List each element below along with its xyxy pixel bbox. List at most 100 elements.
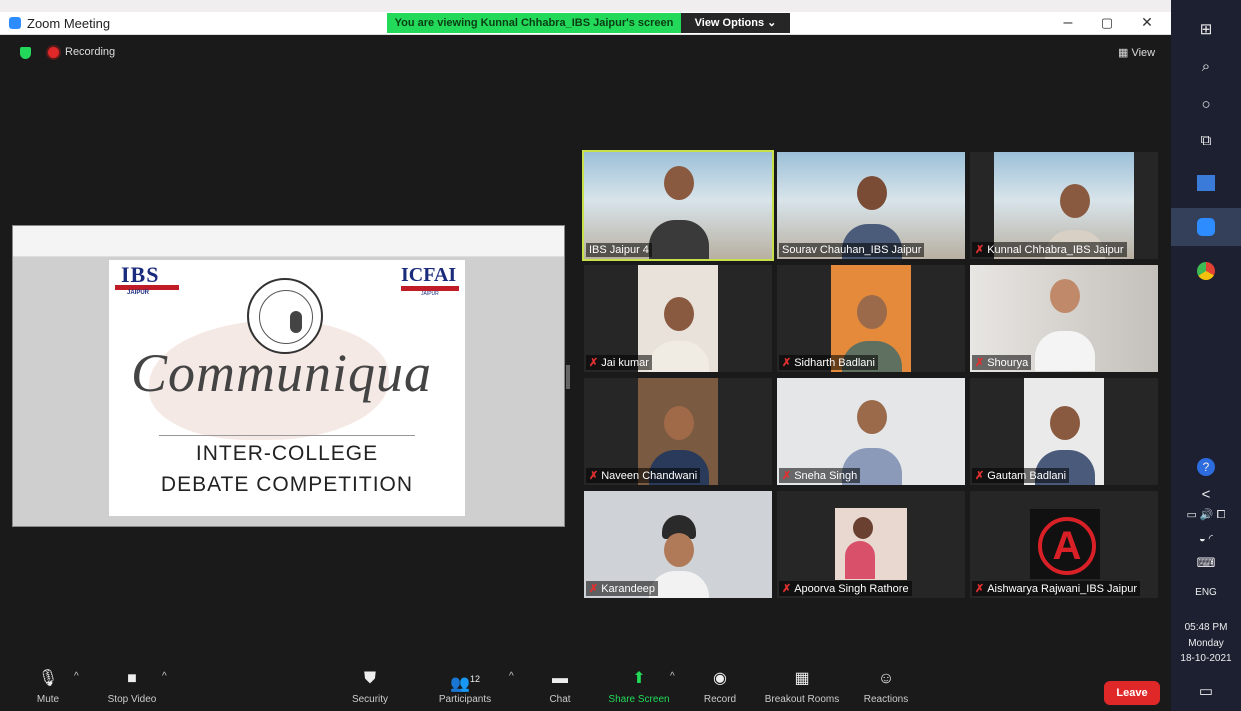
security-button[interactable]: ⛊ Security	[346, 669, 394, 705]
participant-name: ✗ Sneha Singh	[779, 468, 861, 483]
encryption-shield-icon[interactable]	[20, 47, 31, 59]
people-icon: 👥12	[450, 674, 480, 693]
slide-divider	[159, 435, 415, 436]
shield-icon: ⛊	[363, 670, 376, 687]
participant-tile[interactable]: ✗ Apoorva Singh Rathore	[777, 491, 965, 598]
mic-muted-icon: ✗	[589, 357, 599, 369]
meeting-stage: Recording ▦ View IBS JAIPUR ICFAI JAIPUR…	[0, 35, 1171, 665]
participant-tile[interactable]: ✗ Jai kumar	[584, 265, 772, 372]
participant-name: ✗ Kunnal Chhabra_IBS Jaipur	[972, 242, 1127, 257]
view-options-button[interactable]: View Options ⌄	[681, 13, 790, 33]
zoom-taskbar-icon[interactable]	[1171, 208, 1241, 246]
breakout-rooms-button[interactable]: ▦ Breakout Rooms	[760, 669, 844, 705]
participant-tile[interactable]: ✗ Naveen Chandwani	[584, 378, 772, 485]
close-button[interactable]: ✕	[1137, 14, 1157, 31]
stop-video-button[interactable]: ■ Stop Video	[100, 669, 164, 705]
participants-button[interactable]: 👥12 Participants	[432, 669, 498, 705]
record-button[interactable]: ◉ Record	[700, 669, 740, 705]
clock-date: 18-10-2021	[1180, 653, 1232, 664]
icfai-city: JAIPUR	[421, 291, 439, 297]
search-icon[interactable]: ⌕	[1171, 58, 1241, 75]
zoom-app-icon	[9, 17, 21, 29]
mic-muted-icon: ✗	[589, 583, 599, 595]
meeting-toolbar: 🎙 Mute ^ ■ Stop Video ^ ⛊ Security 👥12 Parti…	[0, 665, 1171, 711]
recording-label: Recording	[65, 46, 116, 58]
minimize-button[interactable]: –	[1058, 14, 1078, 32]
slide-script-title: Communiqua	[131, 343, 433, 403]
participant-name: ✗ Aishwarya Rajwani_IBS Jaipur	[972, 581, 1141, 596]
leave-button[interactable]: Leave	[1104, 681, 1160, 705]
share-screen-button[interactable]: ⬆ Share Screen	[604, 669, 674, 705]
mute-button[interactable]: 🎙 Mute	[26, 669, 70, 705]
participant-name: ✗ Naveen Chandwani	[586, 468, 701, 483]
view-button-label: View	[1131, 47, 1156, 59]
breakout-grid-icon: ▦	[794, 670, 810, 687]
share-options-caret[interactable]: ^	[670, 671, 675, 682]
clock-day: Monday	[1188, 638, 1224, 649]
mic-muted-icon: ✗	[975, 583, 985, 595]
shared-app-toolbar	[13, 226, 564, 257]
top-strip	[0, 0, 1171, 12]
view-button[interactable]: ▦ View	[1118, 46, 1155, 59]
clock-time[interactable]: 05:48 PM	[1171, 621, 1241, 634]
chrome-icon[interactable]	[1171, 254, 1241, 288]
mic-muted-icon: ✗	[975, 244, 985, 256]
keyboard-icon[interactable]: ⌨	[1171, 555, 1241, 571]
participant-tile[interactable]: ✗ Gautam Badlani	[970, 378, 1158, 485]
mic-muted-icon: ✗	[589, 470, 599, 482]
audio-options-caret[interactable]: ^	[74, 671, 79, 682]
help-icon[interactable]: ?	[1171, 458, 1241, 476]
participant-tile[interactable]: ✗ Shourya	[970, 265, 1158, 372]
slide: IBS JAIPUR ICFAI JAIPUR Communiqua INTER…	[109, 260, 465, 516]
chat-button[interactable]: ▬ Chat	[542, 669, 578, 705]
photos-app-icon[interactable]	[1171, 166, 1241, 200]
language-indicator[interactable]: ENG	[1171, 586, 1241, 599]
participant-name: ✗ Shourya	[972, 355, 1032, 370]
ibs-city: JAIPUR	[127, 290, 150, 296]
chat-bubble-icon: ▬	[552, 670, 568, 687]
video-options-caret[interactable]: ^	[162, 671, 167, 682]
slide-line-2: DEBATE COMPETITION	[160, 473, 414, 496]
show-hidden-icons-chevron[interactable]: <	[1171, 486, 1241, 503]
windows-start-icon[interactable]: ⊞	[1171, 20, 1241, 38]
microphone-icon	[290, 311, 302, 333]
mic-muted-icon: ✗	[782, 583, 792, 595]
mic-muted-icon: ✗	[782, 470, 792, 482]
participant-tile[interactable]: ✗ Sneha Singh	[777, 378, 965, 485]
participant-name: ✗ Jai kumar	[586, 355, 652, 370]
icfai-logo: ICFAI	[401, 264, 457, 286]
viewing-screen-banner: You are viewing Kunnal Chhabra_IBS Jaipu…	[387, 13, 681, 33]
recording-icon	[48, 47, 59, 58]
microphone-icon: 🎙	[37, 670, 59, 687]
network-icon[interactable]: ◒ ◜	[1171, 532, 1241, 545]
slide-line-1: INTER-COLLEGE	[195, 442, 379, 465]
notifications-icon[interactable]: ▭	[1171, 682, 1241, 700]
participant-tile[interactable]: A ✗ Aishwarya Rajwani_IBS Jaipur	[970, 491, 1158, 598]
share-arrow-icon: ⬆	[632, 670, 646, 687]
splitter-handle[interactable]	[566, 365, 570, 389]
participants-options-caret[interactable]: ^	[509, 671, 514, 682]
participant-name: ✗ Sidharth Badlani	[779, 355, 878, 370]
avengers-logo-icon: A	[1030, 509, 1100, 579]
participants-count: 12	[469, 674, 480, 684]
window-title: Zoom Meeting	[27, 16, 111, 31]
mic-muted-icon: ✗	[782, 357, 792, 369]
participant-name: ✗ Gautam Badlani	[972, 468, 1070, 483]
participant-tile[interactable]: ✗ Karandeep	[584, 491, 772, 598]
participant-tile[interactable]: ✗ Kunnal Chhabra_IBS Jaipur	[970, 152, 1158, 259]
task-view-icon[interactable]: ⧉	[1171, 132, 1241, 149]
participant-tile[interactable]: IBS Jaipur 4	[582, 150, 774, 261]
grid-icon: ▦	[1118, 47, 1129, 59]
record-icon: ◉	[713, 670, 727, 687]
shared-screen[interactable]: IBS JAIPUR ICFAI JAIPUR Communiqua INTER…	[12, 225, 565, 527]
cortana-icon[interactable]: ○	[1171, 96, 1241, 113]
participant-tile[interactable]: ✗ Sidharth Badlani	[777, 265, 965, 372]
mic-muted-icon: ✗	[975, 470, 985, 482]
restore-button[interactable]: ▢	[1097, 15, 1117, 31]
system-tray-icons[interactable]: ▭ 🔊 ⧠	[1171, 508, 1241, 522]
windows-taskbar: ⊞ ⌕ ○ ⧉ ? < ▭ 🔊 ⧠ ◒ ◜ ⌨ ENG 05:48 PM Mon…	[1171, 0, 1241, 711]
participant-tile[interactable]: Sourav Chauhan_IBS Jaipur	[777, 152, 965, 259]
video-camera-icon: ■	[127, 670, 137, 687]
participant-name: ✗ Apoorva Singh Rathore	[779, 581, 912, 596]
reactions-button[interactable]: ☺ Reactions	[858, 669, 914, 705]
